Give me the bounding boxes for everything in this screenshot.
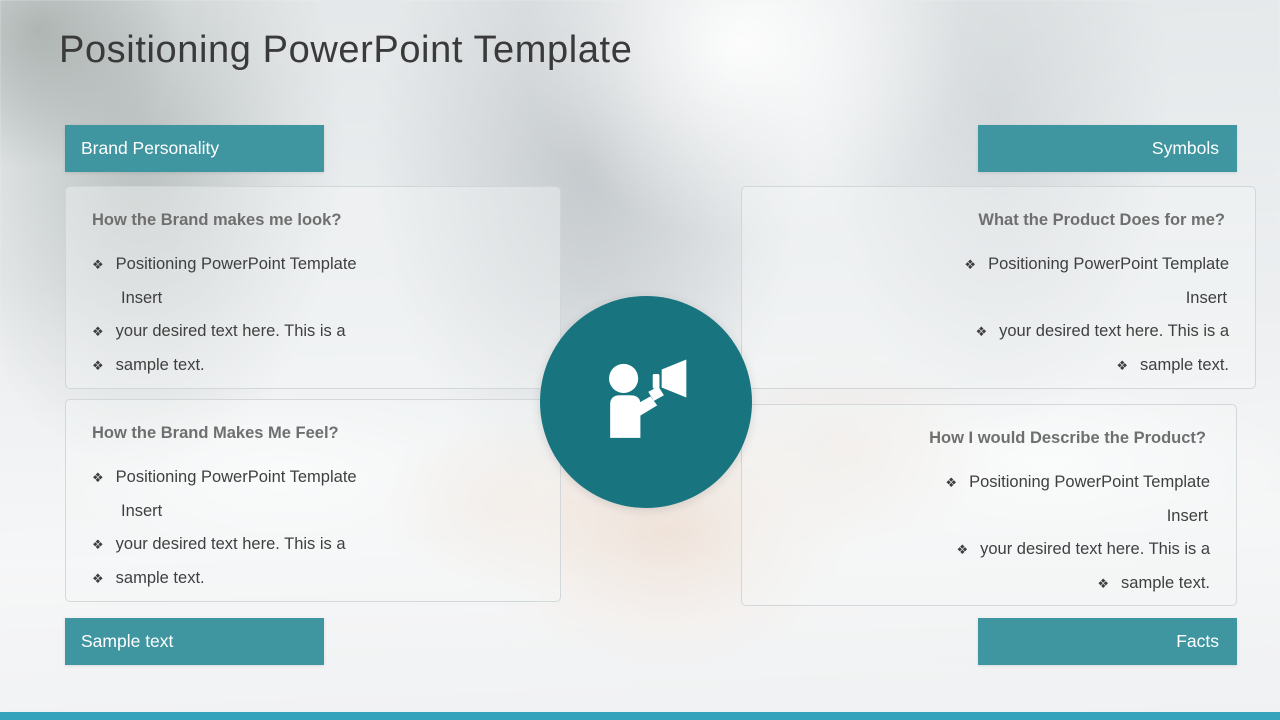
bullet-item-text: Insert [1166,506,1208,525]
bullet-item: ❖ sample text. [768,567,1210,601]
bullet-item-text: your desired text here. This is a [115,322,346,340]
bullet-marker-icon: ❖ [92,570,104,586]
center-icon-circle[interactable] [540,296,752,508]
panel-heading: How the Brand Makes Me Feel? [92,424,339,442]
bullet-marker-icon: ❖ [92,470,104,485]
label-bar-symbols-text: Symbols [1151,138,1219,158]
bullet-item-text: Positioning PowerPoint Template [115,255,357,273]
label-bar-sample-text[interactable]: Sample text [65,618,324,665]
bullet-item-text: Insert [1185,288,1227,307]
bullet-marker-icon: ❖ [956,542,969,557]
bullet-item: ❖ Positioning PowerPoint Template [768,466,1210,500]
bullet-marker-icon: ❖ [92,324,104,339]
bullet-item-text: Positioning PowerPoint Template [988,255,1229,273]
bullet-item-text: Positioning PowerPoint Template [969,473,1210,491]
bullet-item: ❖ Positioning PowerPoint Template [92,461,534,495]
panel-heading: What the Product Does for me? [978,211,1225,229]
bullet-item: ❖ Positioning PowerPoint Template [92,248,534,282]
label-bar-brand-personality[interactable]: Brand Personality [65,125,324,172]
bullet-item-text: sample text. [1140,355,1229,374]
bullet-item-text: your desired text here. This is a [980,540,1210,558]
bullet-list: ❖ Positioning PowerPoint Template Insert ❖ y… [768,248,1229,382]
bullet-item-text: Positioning PowerPoint Template [115,468,357,486]
bullet-item-text: Insert [121,288,163,307]
bullet-marker-icon: ❖ [1116,357,1129,373]
bullet-marker-icon: ❖ [92,537,104,552]
bullet-list: ❖ Positioning PowerPoint Template Insert ❖ y… [92,248,534,382]
panel-heading: How the Brand makes me look? [92,211,342,229]
bullet-item-text: Insert [121,501,163,520]
bullet-item: Insert [92,495,534,529]
bullet-marker-icon: ❖ [92,257,104,272]
bullet-item: ❖ your desired text here. This is a [92,315,534,349]
bullet-item: ❖ Positioning PowerPoint Template [768,248,1229,282]
bullet-item-text: your desired text here. This is a [999,322,1229,340]
label-bar-sample-text-text: Sample text [81,631,174,651]
person-with-megaphone-icon [590,346,702,458]
label-bar-facts[interactable]: Facts [978,618,1237,665]
bullet-item-text: sample text. [115,355,205,374]
bullet-item: ❖ your desired text here. This is a [768,315,1229,349]
bullet-marker-icon: ❖ [1097,575,1110,591]
bullet-item: ❖ your desired text here. This is a [768,533,1210,567]
label-bar-facts-text: Facts [1176,631,1219,651]
panel-brand-makes-me-look[interactable]: How the Brand makes me look? ❖ Positionin… [65,186,561,389]
panel-heading: How I would Describe the Product? [929,429,1206,447]
page-title: Positioning PowerPoint Template [59,29,633,71]
bullet-marker-icon: ❖ [975,324,988,339]
bullet-item: ❖ sample text. [92,349,534,383]
panel-brand-makes-me-feel[interactable]: How the Brand Makes Me Feel? ❖ Positionin… [65,399,561,602]
label-bar-symbols[interactable]: Symbols [978,125,1237,172]
bullet-list: ❖ Positioning PowerPoint Template Insert ❖ y… [768,466,1210,600]
slide-canvas: Positioning PowerPoint Template Brand Pe… [0,0,1280,720]
panel-what-product-does[interactable]: What the Product Does for me? ❖ Positioni… [741,186,1256,389]
bullet-list: ❖ Positioning PowerPoint Template Insert ❖ y… [92,461,534,595]
label-bar-brand-personality-text: Brand Personality [81,138,220,158]
bullet-item: ❖ your desired text here. This is a [92,528,534,562]
bullet-item: Insert [768,282,1229,316]
bullet-item-text: your desired text here. This is a [115,535,346,553]
bullet-marker-icon: ❖ [945,475,958,490]
bullet-item: ❖ sample text. [768,349,1229,383]
bullet-item: Insert [768,500,1210,534]
bullet-marker-icon: ❖ [964,257,977,272]
bullet-item: ❖ sample text. [92,562,534,596]
bullet-marker-icon: ❖ [92,357,104,373]
bullet-item: Insert [92,282,534,316]
bullet-item-text: sample text. [1121,573,1210,592]
bottom-accent-strip [0,712,1280,720]
bullet-item-text: sample text. [115,568,205,587]
panel-how-i-describe-product[interactable]: How I would Describe the Product? ❖ Posit… [741,404,1237,606]
